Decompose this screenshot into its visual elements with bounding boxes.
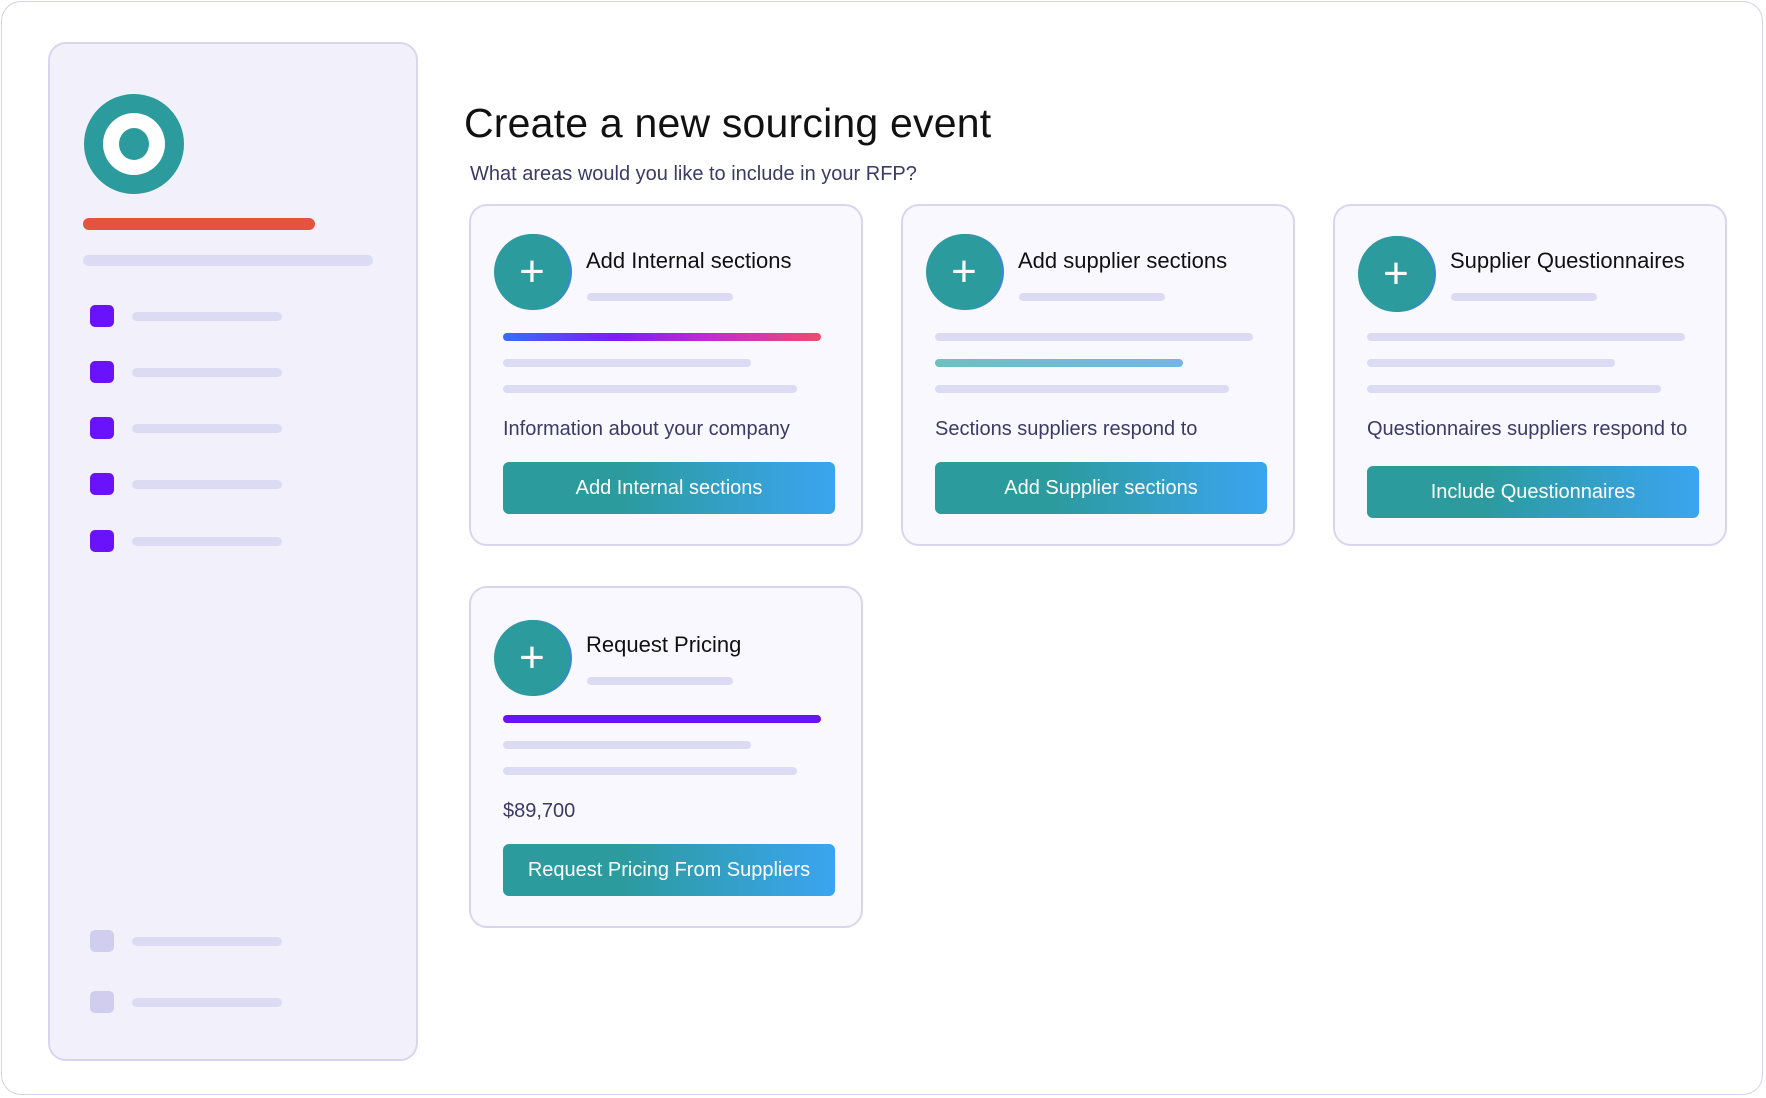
sidebar-item-5[interactable] (90, 530, 290, 554)
card-description: Sections suppliers respond to (935, 418, 1198, 440)
add-internal-sections-button[interactable]: Add Internal sections (503, 462, 835, 514)
card-line-placeholder (503, 767, 797, 775)
plus-icon[interactable]: + (926, 234, 1002, 310)
sidebar-item-icon (90, 530, 114, 552)
sidebar-item-label-placeholder (132, 480, 282, 489)
card-line-placeholder (503, 385, 797, 393)
logo-center (119, 128, 149, 160)
card-line-placeholder (1367, 385, 1661, 393)
sidebar-item-icon (90, 361, 114, 383)
sidebar-item-1[interactable] (90, 305, 290, 329)
card-line-placeholder (1367, 359, 1615, 367)
sidebar-header-placeholder (83, 218, 315, 230)
card-request-pricing: + Request Pricing $89,700 Request Pricin… (469, 586, 863, 928)
sidebar-item-label-placeholder (132, 424, 282, 433)
page-title: Create a new sourcing event (464, 100, 992, 146)
add-supplier-sections-button[interactable]: Add Supplier sections (935, 462, 1267, 514)
sidebar-item-icon (90, 991, 114, 1013)
sidebar-item-label-placeholder (132, 998, 282, 1007)
sidebar-item-2[interactable] (90, 361, 290, 385)
card-title-placeholder (587, 677, 733, 685)
card-gradient-bar (503, 333, 821, 341)
card-line-placeholder (935, 385, 1229, 393)
card-internal-sections: + Add Internal sections Information abou… (469, 204, 863, 546)
card-accent-bar (935, 359, 1183, 367)
sidebar-item-icon (90, 417, 114, 439)
sidebar-item-icon (90, 930, 114, 952)
card-title-placeholder (1019, 293, 1165, 301)
card-description: Information about your company (503, 418, 790, 440)
sidebar-item-label-placeholder (132, 937, 282, 946)
card-title: Supplier Questionnaires (1450, 248, 1685, 273)
ring-logo-icon[interactable] (84, 94, 184, 194)
card-accent-bar (503, 715, 821, 723)
plus-icon[interactable]: + (1358, 236, 1434, 312)
plus-icon[interactable]: + (494, 234, 570, 310)
sidebar-item-3[interactable] (90, 417, 290, 441)
sidebar-item-bottom-1[interactable] (90, 930, 290, 954)
card-line-placeholder (503, 741, 751, 749)
card-line-placeholder (1367, 333, 1685, 341)
app-window: Create a new sourcing event What areas w… (1, 1, 1763, 1095)
card-title: Add supplier sections (1018, 248, 1228, 273)
card-supplier-questionnaires: + Supplier Questionnaires Questionnaires… (1333, 204, 1727, 546)
sidebar-item-label-placeholder (132, 537, 282, 546)
request-pricing-button[interactable]: Request Pricing From Suppliers (503, 844, 835, 896)
card-line-placeholder (935, 333, 1253, 341)
sidebar-item-icon (90, 473, 114, 495)
sidebar-item-4[interactable] (90, 473, 290, 497)
sidebar-item-label-placeholder (132, 312, 282, 321)
plus-icon[interactable]: + (494, 620, 570, 696)
sidebar-item-icon (90, 305, 114, 327)
card-line-placeholder (503, 359, 751, 367)
sidebar-item-bottom-2[interactable] (90, 991, 290, 1015)
card-title: Add Internal sections (586, 248, 792, 273)
price-value: $89,700 (503, 800, 576, 822)
card-description: Questionnaires suppliers respond to (1367, 418, 1688, 440)
include-questionnaires-button[interactable]: Include Questionnaires (1367, 466, 1699, 518)
card-title-placeholder (587, 293, 733, 301)
card-supplier-sections: + Add supplier sections Sections supplie… (901, 204, 1295, 546)
sidebar-subheader-placeholder (83, 255, 373, 266)
sidebar (48, 42, 418, 1061)
sidebar-item-label-placeholder (132, 368, 282, 377)
card-title: Request Pricing (586, 632, 742, 657)
card-title-placeholder (1451, 293, 1597, 301)
page-subtitle: What areas would you like to include in … (470, 163, 917, 185)
